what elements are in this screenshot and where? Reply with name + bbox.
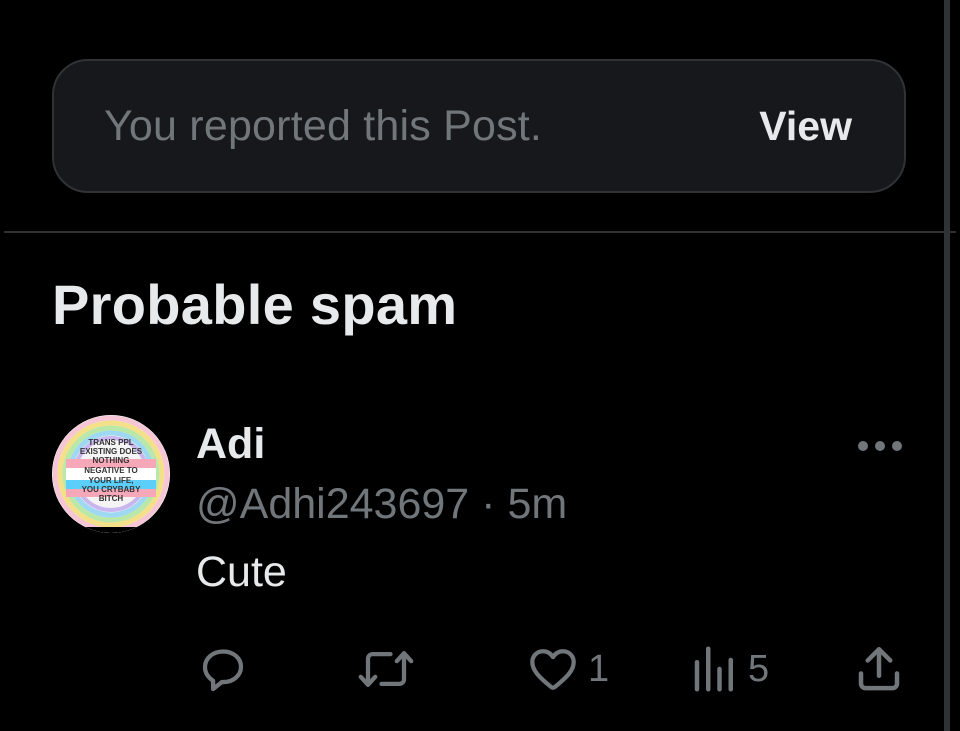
more-options-button[interactable]: [852, 428, 908, 464]
avatar[interactable]: TRANS PPL EXISTING DOES NOTHING NEGATIVE…: [52, 415, 170, 533]
author-name[interactable]: Adi: [196, 420, 265, 468]
reply-button[interactable]: [196, 640, 250, 698]
post-text: Cute: [196, 548, 287, 596]
report-message: You reported this Post.: [104, 101, 543, 150]
view-button[interactable]: View: [759, 103, 852, 150]
like-button[interactable]: 1: [526, 640, 609, 698]
views-icon: [694, 646, 733, 692]
post-header: Adi: [196, 420, 265, 469]
avatar-text-line: EXISTING DOES: [80, 447, 143, 456]
post-timestamp[interactable]: 5m: [507, 480, 567, 528]
scrollbar-rail[interactable]: [944, 0, 950, 731]
meta-separator: ·: [481, 480, 496, 528]
avatar-text-line: YOU CRYBABY: [82, 485, 141, 494]
views-button[interactable]: 5: [690, 640, 769, 698]
post-actions: 1 5: [196, 640, 908, 698]
like-count: 1: [588, 647, 610, 690]
views-count: 5: [748, 647, 770, 690]
post-meta: @Adhi243697 · 5m: [196, 480, 567, 529]
more-icon: [858, 441, 902, 451]
divider: [4, 231, 956, 233]
share-button[interactable]: [852, 640, 906, 698]
avatar-image: TRANS PPL EXISTING DOES NOTHING NEGATIVE…: [52, 415, 170, 533]
avatar-text-line: BITCH: [99, 494, 124, 503]
avatar-text-line: TRANS PPL: [88, 438, 133, 447]
repost-button[interactable]: [356, 640, 416, 698]
report-banner: You reported this Post. View: [52, 59, 906, 193]
repost-icon: [358, 651, 414, 687]
reply-icon: [202, 649, 244, 692]
avatar-text-line: YOUR LIFE,: [89, 476, 134, 485]
share-icon: [858, 646, 900, 691]
section-title: Probable spam: [52, 273, 458, 336]
avatar-text-line: NOTHING: [93, 456, 130, 465]
avatar-text-line: NEGATIVE TO: [84, 466, 138, 475]
author-handle[interactable]: @Adhi243697: [196, 480, 469, 528]
heart-icon: [530, 649, 576, 690]
